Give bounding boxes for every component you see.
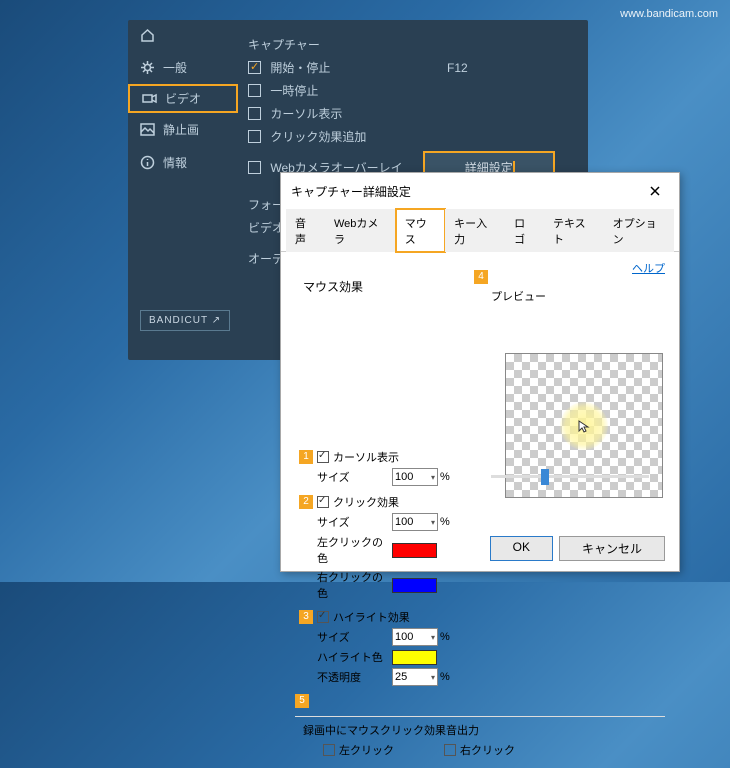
marker-1: 1	[299, 450, 313, 464]
sidebar-item-general[interactable]: 一般	[128, 51, 238, 84]
startstop-checkbox[interactable]	[248, 61, 261, 74]
dialog-title: キャプチャー詳細設定	[291, 183, 411, 200]
cursor-label: カーソル表示	[270, 107, 342, 121]
startstop-key: F12	[447, 61, 468, 75]
pct-2: %	[440, 516, 450, 528]
sidebar-item-home[interactable]	[128, 20, 238, 51]
tab-mouse[interactable]: マウス	[396, 209, 445, 252]
rightcolor-swatch[interactable]	[392, 578, 437, 593]
sidebar-item-video[interactable]: ビデオ	[128, 84, 238, 113]
gear-icon	[140, 60, 155, 75]
sidebar-label-general: 一般	[163, 59, 187, 76]
info-icon	[140, 155, 155, 170]
dialog-titlebar: キャプチャー詳細設定	[281, 173, 679, 209]
click-label: クリック効果追加	[270, 130, 366, 144]
click-row[interactable]: クリック効果追加	[248, 128, 578, 145]
sidebar-label-image: 静止画	[163, 121, 199, 138]
tab-audio[interactable]: 音声	[286, 209, 325, 252]
capture-label: キャプチャー	[248, 36, 578, 53]
cancel-button[interactable]: キャンセル	[559, 536, 665, 561]
leftclick-sound-checkbox[interactable]	[323, 744, 335, 756]
video-icon	[142, 91, 157, 106]
cursor-size-label: サイズ	[317, 469, 392, 485]
sidebar-item-image[interactable]: 静止画	[128, 113, 238, 146]
pct-4: %	[440, 671, 450, 683]
close-icon	[650, 186, 660, 196]
tab-webcam[interactable]: Webカメラ	[325, 209, 396, 252]
click-effect-label: クリック効果	[333, 494, 399, 510]
divider	[295, 716, 665, 717]
image-icon	[140, 122, 155, 137]
cursor-row[interactable]: カーソル表示	[248, 105, 578, 122]
dialog-tabs: 音声 Webカメラ マウス キー入力 ロゴ テキスト オプション	[281, 209, 679, 252]
pause-checkbox[interactable]	[248, 84, 261, 97]
pct-3: %	[440, 631, 450, 643]
opacity-label: 不透明度	[317, 669, 392, 685]
highlight-effect-label: ハイライト効果	[333, 609, 410, 625]
show-cursor-label: カーソル表示	[333, 449, 399, 465]
tab-text[interactable]: テキスト	[544, 209, 604, 252]
click-effect-checkbox[interactable]	[317, 496, 329, 508]
cursor-checkbox[interactable]	[248, 107, 261, 120]
pause-label: 一時停止	[270, 84, 318, 98]
highlight-size-select[interactable]: 100▾	[392, 628, 438, 646]
click-checkbox[interactable]	[248, 130, 261, 143]
click-size-label: サイズ	[317, 514, 392, 530]
ok-button[interactable]: OK	[490, 536, 553, 561]
show-cursor-checkbox[interactable]	[317, 451, 329, 463]
marker-4: 4	[474, 270, 488, 284]
pause-row[interactable]: 一時停止	[248, 82, 578, 99]
highlight-size-label: サイズ	[317, 629, 392, 645]
dialog-button-bar: OK キャンセル	[490, 536, 665, 561]
slider-track	[491, 475, 649, 478]
marker-5: 5	[295, 694, 309, 708]
sidebar-item-info[interactable]: 情報	[128, 146, 238, 179]
preview-label: プレビュー	[491, 288, 546, 304]
sound-output-row: 左クリック 右クリック	[323, 742, 665, 758]
bandicut-link[interactable]: BANDICUT ↗	[140, 310, 230, 331]
dialog-body: ヘルプ マウス効果 4 プレビュー 1 カーソル表示 サイズ 100▾ % 2 …	[281, 252, 679, 768]
startstop-row[interactable]: 開始・停止 F12	[248, 59, 578, 76]
leftclick-label: 左クリック	[339, 745, 394, 757]
webcam-checkbox[interactable]	[248, 161, 261, 174]
bg-sidebar: 一般 ビデオ 静止画 情報	[128, 20, 238, 360]
hilite-color-swatch[interactable]	[392, 650, 437, 665]
cursor-size-select[interactable]: 100▾	[392, 468, 438, 486]
highlight-preview	[560, 402, 608, 450]
slider-thumb[interactable]	[541, 469, 549, 485]
opacity-slider[interactable]	[491, 467, 649, 485]
close-button[interactable]	[641, 181, 669, 201]
marker-3: 3	[299, 610, 313, 624]
sound-output-label: 録画中にマウスクリック効果音出力	[303, 722, 665, 738]
opacity-select[interactable]: 25▾	[392, 668, 438, 686]
home-icon	[140, 28, 155, 43]
sidebar-label-info: 情報	[163, 154, 187, 171]
watermark: www.bandicam.com	[620, 8, 718, 20]
cursor-icon	[577, 419, 591, 433]
tab-key[interactable]: キー入力	[445, 209, 505, 252]
leftcolor-swatch[interactable]	[392, 543, 437, 558]
tab-option[interactable]: オプション	[604, 209, 674, 252]
pct-1: %	[440, 471, 450, 483]
highlight-effect-checkbox[interactable]	[317, 611, 329, 623]
rightclick-sound-checkbox[interactable]	[444, 744, 456, 756]
sidebar-label-video: ビデオ	[165, 90, 201, 107]
click-size-select[interactable]: 100▾	[392, 513, 438, 531]
rightclick-label: 右クリック	[460, 745, 515, 757]
startstop-label: 開始・停止	[270, 61, 330, 75]
hilite-color-label: ハイライト色	[317, 649, 392, 665]
capture-detail-dialog: キャプチャー詳細設定 音声 Webカメラ マウス キー入力 ロゴ テキスト オプ…	[280, 172, 680, 572]
leftcolor-label: 左クリックの色	[317, 534, 392, 566]
marker-2: 2	[299, 495, 313, 509]
rightcolor-label: 右クリックの色	[317, 569, 392, 601]
tab-logo[interactable]: ロゴ	[505, 209, 544, 252]
